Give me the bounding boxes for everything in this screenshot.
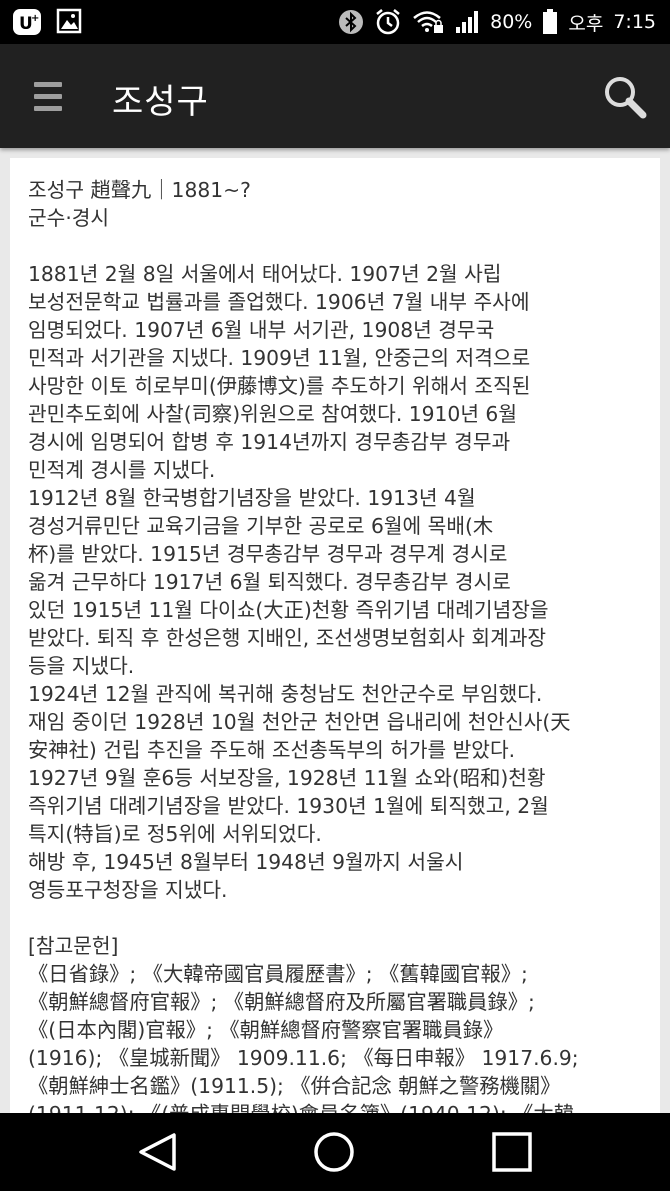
alarm-icon: [374, 8, 402, 36]
battery-icon: [542, 9, 558, 35]
recents-icon[interactable]: [491, 1131, 533, 1173]
status-ampm: 오후: [568, 12, 604, 35]
search-icon[interactable]: [602, 74, 648, 120]
article-line: 특지(特旨)로 정5위에 서위되었다.: [28, 822, 322, 846]
app-bar: 조성구: [0, 44, 670, 148]
reference-line: 《日省錄》; 《大韓帝國官員履歷書》; 《舊韓國官報》;: [28, 962, 528, 986]
navigation-bar: [0, 1113, 670, 1191]
article-line: 安神社) 건립 추진을 주도해 조선총독부의 허가를 받았다.: [28, 738, 516, 762]
article-line: 영등포구청장을 지냈다.: [28, 878, 228, 902]
page-title: 조성구: [112, 82, 209, 122]
article-subheading: 군수·경시: [28, 206, 110, 230]
article-line: 민적계 경시를 지냈다.: [28, 458, 216, 482]
article-line: 경시에 임명되어 합병 후 1914년까지 경무총감부 경무과: [28, 430, 511, 454]
article-paragraphs: 1881년 2월 8일 서울에서 태어났다. 1907년 2월 사립보성전문학교…: [28, 260, 642, 904]
article-heading: 조성구 趙聲九｜1881~?: [28, 178, 251, 202]
references-heading: [참고문헌]: [28, 934, 119, 958]
article-line: 민적과 서기관을 지냈다. 1909년 11월, 안중근의 저격으로: [28, 346, 531, 370]
signal-icon: [454, 9, 480, 35]
article-line: 1881년 2월 8일 서울에서 태어났다. 1907년 2월 사립: [28, 262, 502, 286]
article-line: 보성전문학교 법률과를 졸업했다. 1906년 7월 내부 주사에: [28, 290, 530, 314]
hamburger-menu-icon[interactable]: [34, 82, 62, 112]
article-line: 사망한 이토 히로부미(伊藤博文)를 추도하기 위해서 조직된: [28, 374, 531, 398]
article-line: 즉위기념 대례기념장을 받았다. 1930년 1월에 퇴직했고, 2월: [28, 794, 549, 818]
status-right: 80% 오후 7:15: [338, 8, 656, 36]
reference-line: 《朝鮮紳士名鑑》(1911.5); 《倂合記念 朝鮮之警務機關》: [28, 1074, 561, 1098]
status-bar: U + 80% 오후 7:15: [0, 0, 670, 44]
home-icon[interactable]: [313, 1131, 355, 1173]
article-line: 옮겨 근무하다 1917년 6월 퇴직했다. 경무총감부 경시로: [28, 570, 511, 594]
article-line: 해방 후, 1945년 8월부터 1948년 9월까지 서울시: [28, 850, 464, 874]
reference-line: (1916); 《皇城新聞》 1909.11.6; 《每日申報》 1917.6.…: [28, 1046, 579, 1070]
bluetooth-icon: [338, 9, 364, 35]
article-line: 경성거류민단 교육기금을 기부한 공로로 6월에 목배(木: [28, 514, 494, 538]
u-plus-icon: U +: [12, 8, 42, 36]
article-line: 1924년 12월 관직에 복귀해 충청남도 천안군수로 부임했다.: [28, 682, 543, 706]
article-body: 조성구 趙聲九｜1881~? 군수·경시 1881년 2월 8일 서울에서 태어…: [10, 158, 660, 1113]
references-list: 《日省錄》; 《大韓帝國官員履歷書》; 《舊韓國官報》; 《朝鮮總督府官報》; 《…: [28, 960, 642, 1113]
svg-text:+: +: [31, 13, 39, 24]
article-line: 杯)를 받았다. 1915년 경무총감부 경무과 경무계 경시로: [28, 542, 508, 566]
article-line: 있던 1915년 11월 다이쇼(大正)천황 즉위기념 대례기념장을: [28, 598, 549, 622]
article-line: 1927년 9월 훈6등 서보장을, 1928년 11월 쇼와(昭和)천황: [28, 766, 546, 790]
status-time: 7:15: [613, 11, 656, 33]
article-line: 재임 중이던 1928년 10월 천안군 천안면 읍내리에 천안신사(天: [28, 710, 571, 734]
article-line: 받았다. 퇴직 후 한성은행 지배인, 조선생명보험회사 회계과장: [28, 626, 547, 650]
wifi-lock-icon: [412, 9, 444, 35]
article-line: 관민추도회에 사찰(司察)위원으로 참여했다. 1910년 6월: [28, 402, 517, 426]
gallery-icon: [56, 8, 82, 36]
back-icon[interactable]: [136, 1131, 178, 1173]
article-line: 1912년 8월 한국병합기념장을 받았다. 1913년 4월: [28, 486, 476, 510]
reference-line: 《(日本內閣)官報》; 《朝鮮總督府警察官署職員錄》: [28, 1018, 504, 1042]
article-card: 조성구 趙聲九｜1881~? 군수·경시 1881년 2월 8일 서울에서 태어…: [10, 158, 660, 1113]
article-line: 임명되었다. 1907년 6월 내부 서기관, 1908년 경무국: [28, 318, 495, 342]
article-line: 등을 지냈다.: [28, 654, 135, 678]
reference-line: (1911.12); 《(普成專門學校)會員名簿》(1940.12); 《大韓: [28, 1100, 642, 1113]
status-left: U +: [12, 8, 82, 36]
reference-line: 《朝鮮總督府官報》; 《朝鮮總督府及所屬官署職員錄》;: [28, 990, 535, 1014]
battery-percent: 80%: [490, 11, 533, 33]
